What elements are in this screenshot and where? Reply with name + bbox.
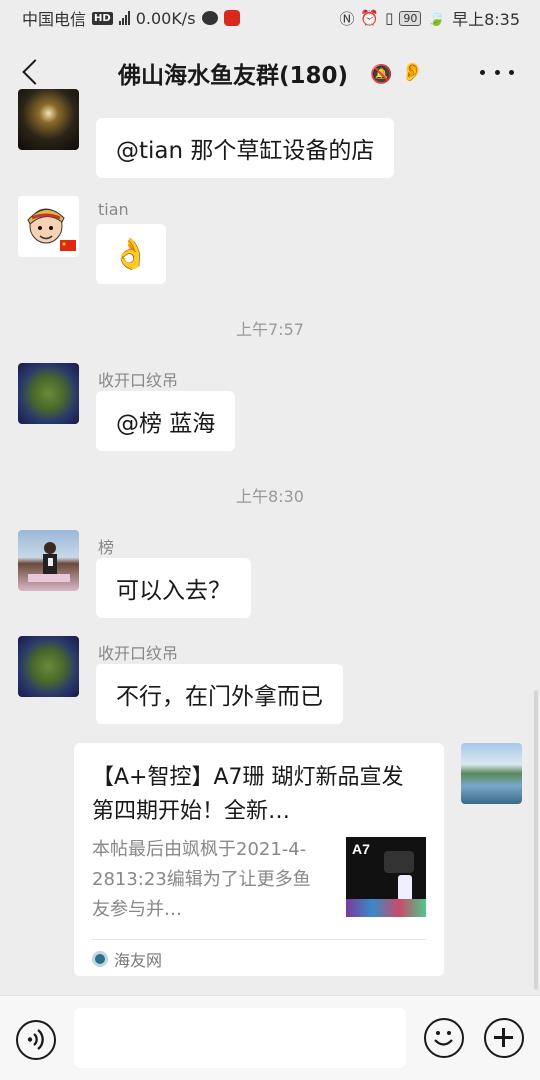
battery-icon: 90 <box>399 10 422 26</box>
card-title: 【A+智控】A7珊 瑚灯新品宣发 第四期开始！全新… <box>92 765 404 824</box>
shared-link-card[interactable]: 【A+智控】A7珊 瑚灯新品宣发 第四期开始！全新… 本帖最后由飒枫于2021-… <box>74 743 444 976</box>
chat-header: 佛山海水鱼友群(180) 🔕 👂 <box>0 40 540 106</box>
sender-name: tian <box>98 200 129 219</box>
my-avatar[interactable] <box>461 743 522 804</box>
message-bubble[interactable]: @榜 蓝海 <box>96 391 236 451</box>
message-text: 可以入去？ <box>116 578 231 604</box>
avatar[interactable] <box>18 636 79 697</box>
smiley-icon <box>434 1031 453 1046</box>
more-options-button[interactable] <box>480 60 514 84</box>
carrier-label: 中国电信 <box>22 10 87 29</box>
voice-icon <box>27 1029 44 1050</box>
input-bar <box>0 995 540 1080</box>
network-speed: 0.00K/s <box>135 8 196 28</box>
chat-title: 佛山海水鱼友群(180) <box>118 63 349 89</box>
avatar[interactable] <box>18 363 79 424</box>
card-thumbnail: A7 <box>346 837 426 917</box>
earpiece-icon: 👂 <box>401 62 424 83</box>
time-divider: 上午7:57 <box>236 320 304 339</box>
avatar[interactable] <box>18 530 79 591</box>
message-input[interactable] <box>74 1008 406 1068</box>
message-bubble[interactable]: 👌 <box>96 224 166 284</box>
card-source: 海友网 <box>92 947 162 971</box>
thumb-label: A7 <box>352 841 370 857</box>
alarm-icon: ⏰ <box>360 9 380 27</box>
card-description: 本帖最后由飒枫于2021-4-2813:23编辑为了让更多鱼友参与并… <box>92 839 311 920</box>
avatar[interactable] <box>18 89 79 150</box>
vibrate-icon: ▯ <box>385 9 394 27</box>
voice-input-button[interactable] <box>16 1020 56 1060</box>
emoji-button[interactable] <box>424 1018 464 1058</box>
sender-name: 收开口纹吊 <box>98 371 179 390</box>
card-divider <box>92 939 426 940</box>
person-photo-icon <box>28 542 70 582</box>
message-text: @tian 那个草缸设备的店 <box>116 138 375 164</box>
signal-icon <box>118 11 130 25</box>
plus-button[interactable] <box>484 1018 524 1058</box>
sender-name: 榜 <box>98 538 115 557</box>
chat-notification-icon <box>201 11 218 25</box>
source-logo-icon <box>92 951 108 967</box>
leaf-icon: 🍃 <box>427 9 447 27</box>
back-button[interactable] <box>18 54 48 90</box>
message-bubble[interactable]: 不行，在门外拿而已 <box>96 664 343 724</box>
ok-hand-emoji-icon: 👌 <box>112 236 150 272</box>
app-notification-icon <box>223 10 240 26</box>
clock: 早上8:35 <box>452 10 520 29</box>
message-bubble[interactable]: 可以入去？ <box>96 558 251 618</box>
time-divider: 上午8:30 <box>236 487 304 506</box>
nfc-icon: Ⓝ <box>339 9 355 28</box>
hd-icon: HD <box>92 11 113 25</box>
message-text: 不行，在门外拿而已 <box>116 684 323 710</box>
sender-name: 收开口纹吊 <box>98 644 179 663</box>
cartoon-avatar-icon <box>27 208 76 251</box>
avatar[interactable] <box>18 196 79 257</box>
source-name: 海友网 <box>114 951 163 970</box>
mute-bell-icon: 🔕 <box>370 64 393 85</box>
message-text: @榜 蓝海 <box>116 411 216 437</box>
status-bar: 中国电信 HD 0.00K/s Ⓝ ⏰ ▯ 90 🍃 早上8:35 <box>0 0 540 36</box>
scrollbar[interactable] <box>534 690 538 990</box>
message-bubble[interactable]: @tian 那个草缸设备的店 <box>96 118 395 178</box>
